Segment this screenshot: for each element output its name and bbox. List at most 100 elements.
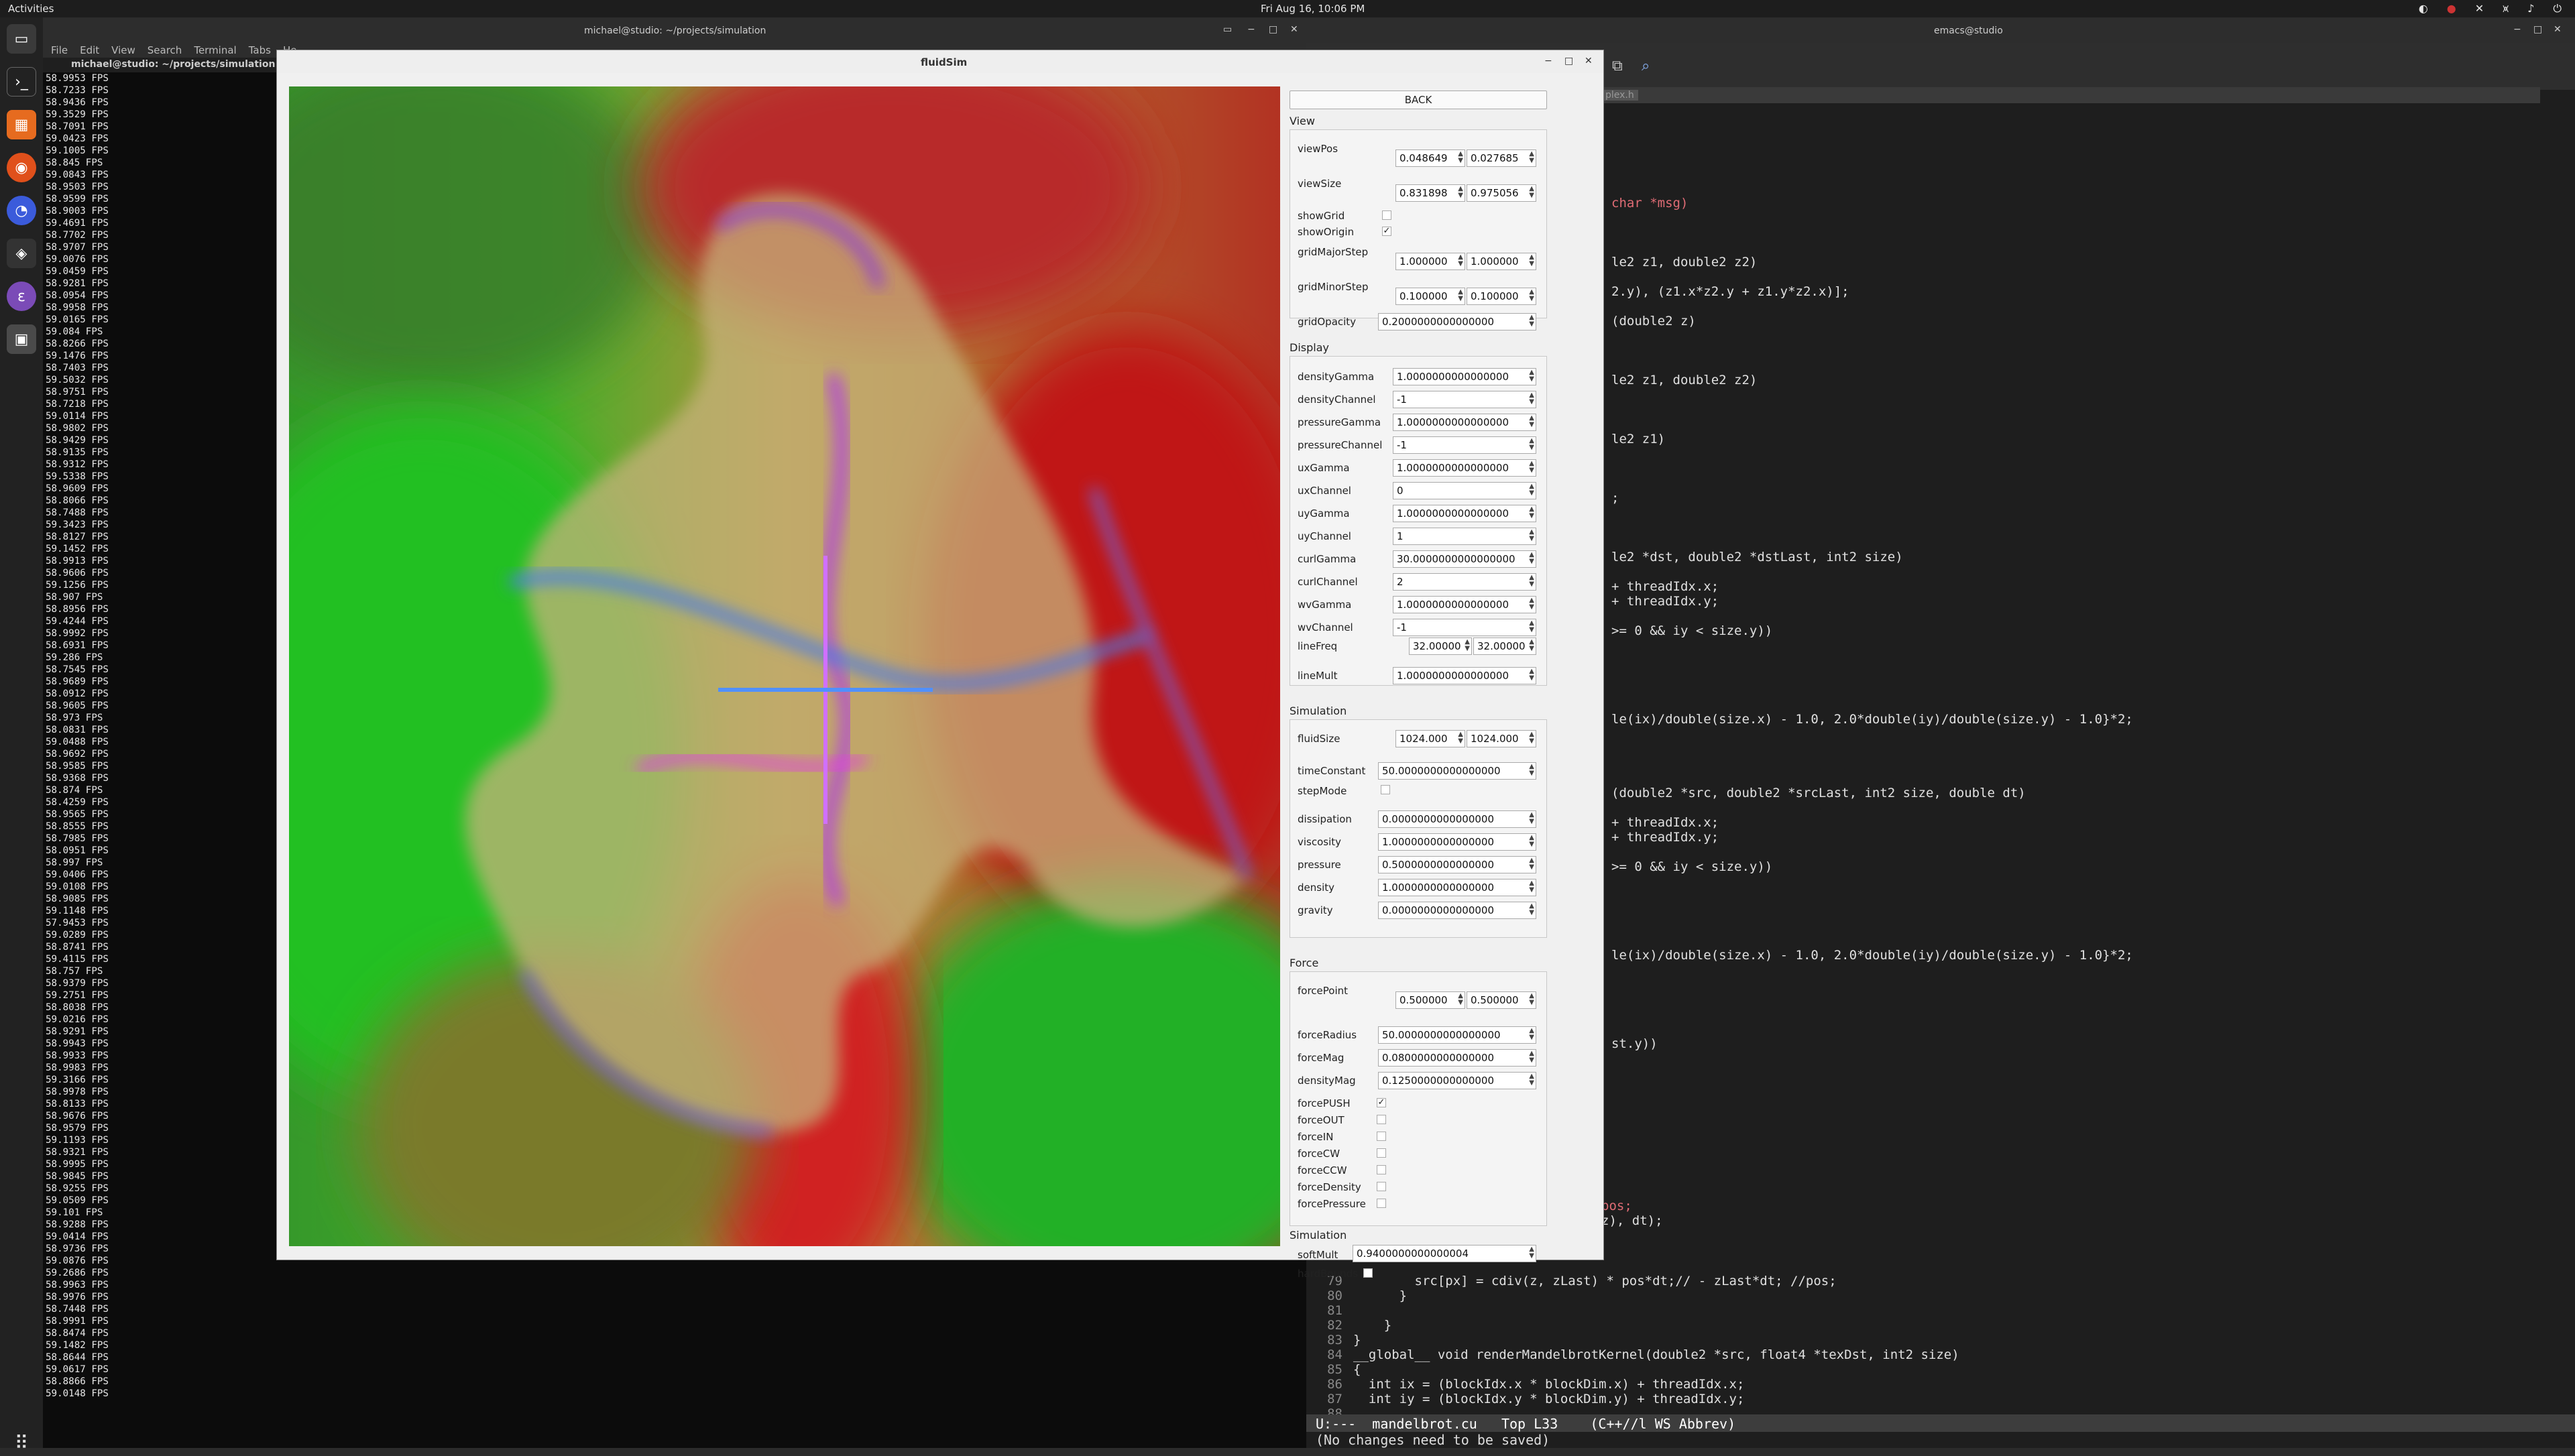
code-line[interactable]: char *msg) — [1611, 196, 1688, 210]
emacs-tab[interactable]: plex.h — [1601, 90, 1638, 101]
code-line[interactable]: __global__ void renderMandelbrotKernel(d… — [1353, 1347, 1959, 1362]
spin-arrows-icon[interactable]: ▲ ▼ — [1458, 731, 1463, 745]
fluidsim-titlebar[interactable]: fluidSim − □ ✕ — [277, 50, 1603, 73]
spin-arrows-icon[interactable]: ▲ ▼ — [1529, 552, 1534, 565]
spin-arrows-icon[interactable]: ▲ ▼ — [1458, 151, 1463, 164]
minimize-icon[interactable]: − — [1247, 24, 1255, 35]
spin-arrows-icon[interactable]: ▲ ▼ — [1529, 639, 1534, 652]
curlGamma-input[interactable]: 30.0000000000000000 ▲ ▼ — [1393, 550, 1536, 568]
emacs-minibuffer[interactable]: (No changes need to be saved) — [1306, 1432, 2575, 1448]
gridMinorStep-x-input[interactable]: 0.100000 ▲ ▼ — [1395, 288, 1465, 305]
spin-arrows-icon[interactable]: ▲ ▼ — [1529, 186, 1534, 199]
code-line[interactable]: { — [1353, 1362, 1361, 1377]
forceIN-checkbox[interactable] — [1377, 1132, 1386, 1141]
spin-arrows-icon[interactable]: ▲ ▼ — [1465, 639, 1470, 652]
forceCW-checkbox[interactable] — [1377, 1148, 1386, 1158]
hardBounds-checkbox[interactable] — [1363, 1268, 1373, 1278]
spin-arrows-icon[interactable]: ▲ ▼ — [1529, 835, 1534, 848]
spin-arrows-icon[interactable]: ▲ ▼ — [1529, 993, 1534, 1006]
viscosity-input[interactable]: 1.0000000000000000 ▲ ▼ — [1378, 833, 1536, 851]
spin-arrows-icon[interactable]: ▲ ▼ — [1529, 597, 1534, 611]
forceCCW-checkbox[interactable] — [1377, 1165, 1386, 1174]
forceDensity-checkbox[interactable] — [1377, 1182, 1386, 1191]
spin-arrows-icon[interactable]: ▲ ▼ — [1529, 1246, 1534, 1260]
showOrigin-checkbox[interactable]: ✓ — [1382, 227, 1391, 236]
ubuntu-software-icon[interactable]: ◉ — [7, 153, 36, 182]
spin-arrows-icon[interactable]: ▲ ▼ — [1529, 415, 1534, 428]
spin-arrows-icon[interactable]: ▲ ▼ — [1529, 574, 1534, 588]
code-line[interactable]: 2.y), (z1.x*z2.y + z1.y*z2.x)]; — [1611, 284, 1849, 299]
maximize-icon[interactable]: □ — [1269, 24, 1277, 35]
code-line[interactable]: (double2 z) — [1611, 314, 1696, 328]
mute-icon[interactable]: ✕ — [2475, 2, 2484, 15]
emacs-titlebar[interactable]: emacs@studio − □ ✕ — [1306, 17, 2575, 43]
code-line[interactable]: >= 0 && iy < size.y)) — [1611, 623, 1772, 638]
viewSize-y-input[interactable]: 0.975056 ▲ ▼ — [1467, 184, 1536, 202]
spin-arrows-icon[interactable]: ▲ ▼ — [1529, 620, 1534, 633]
fluidsim-maximize-icon[interactable]: □ — [1564, 56, 1573, 66]
spin-arrows-icon[interactable]: ▲ ▼ — [1529, 857, 1534, 871]
fluid-render[interactable] — [289, 86, 1280, 1246]
spin-arrows-icon[interactable]: ▲ ▼ — [1529, 369, 1534, 383]
density-input[interactable]: 1.0000000000000000 ▲ ▼ — [1378, 879, 1536, 896]
clock[interactable]: Fri Aug 16, 10:06 PM — [1261, 3, 1365, 15]
showGrid-checkbox[interactable] — [1382, 210, 1391, 220]
firefox-icon[interactable]: ◔ — [7, 196, 36, 225]
viewSize-x-input[interactable]: 0.831898 ▲ ▼ — [1395, 184, 1465, 202]
dissipation-input[interactable]: 0.0000000000000000 ▲ ▼ — [1378, 810, 1536, 828]
viewPos-y-input[interactable]: 0.027685 ▲ ▼ — [1467, 149, 1536, 167]
code-line[interactable]: + threadIdx.y; — [1611, 594, 1719, 609]
terminal-titlebar[interactable]: michael@studio: ~/projects/simulation ▭ … — [43, 17, 1317, 43]
fluidSize-x-input[interactable]: 1024.000 ▲ ▼ — [1395, 730, 1465, 747]
tab-menu-icon[interactable]: ▭ — [1223, 24, 1232, 35]
code-line[interactable]: pos; — [1601, 1199, 1632, 1213]
emacs-maximize-icon[interactable]: □ — [2533, 24, 2542, 35]
lineFreq-x-input[interactable]: 32.00000 ▲ ▼ — [1409, 638, 1472, 655]
code-line[interactable]: + threadIdx.x; — [1611, 579, 1719, 594]
spin-arrows-icon[interactable]: ▲ ▼ — [1458, 254, 1463, 267]
forceMag-input[interactable]: 0.0800000000000000 ▲ ▼ — [1378, 1049, 1536, 1067]
system-tray[interactable]: ◐ ● ✕ ⩙ ♪ ⏻ — [2419, 2, 2562, 15]
spin-arrows-icon[interactable]: ▲ ▼ — [1529, 731, 1534, 745]
code-line[interactable]: } — [1353, 1318, 1391, 1333]
emacs-close-icon[interactable]: ✕ — [2554, 24, 2562, 35]
fluidsim-minimize-icon[interactable]: − — [1544, 56, 1552, 66]
pressureGamma-input[interactable]: 1.0000000000000000 ▲ ▼ — [1393, 414, 1536, 431]
code-line[interactable]: int iy = (blockIdx.y * blockDim.y) + thr… — [1353, 1392, 1745, 1406]
softMult-input[interactable]: 0.9400000000000004 ▲ ▼ — [1353, 1245, 1536, 1262]
forcePoint-x-input[interactable]: 0.500000 ▲ ▼ — [1395, 991, 1465, 1009]
wvGamma-input[interactable]: 1.0000000000000000 ▲ ▼ — [1393, 596, 1536, 613]
code-line[interactable]: (double2 *src, double2 *srcLast, int2 si… — [1611, 786, 2026, 800]
spin-arrows-icon[interactable]: ▲ ▼ — [1529, 1028, 1534, 1041]
emacs-minimize-icon[interactable]: − — [2513, 24, 2521, 35]
code-line[interactable]: le(ix)/double(size.x) - 1.0, 2.0*double(… — [1611, 948, 2133, 963]
show-applications-icon[interactable]: ⠿ — [9, 1432, 34, 1456]
uyGamma-input[interactable]: 1.0000000000000000 ▲ ▼ — [1393, 505, 1536, 522]
fluid-canvas[interactable] — [289, 86, 1280, 1246]
fluidSize-y-input[interactable]: 1024.000 ▲ ▼ — [1467, 730, 1536, 747]
wvChannel-input[interactable]: -1 ▲ ▼ — [1393, 619, 1536, 636]
densityChannel-input[interactable]: -1 ▲ ▼ — [1393, 391, 1536, 408]
code-line[interactable]: } — [1353, 1288, 1407, 1303]
copy-icon[interactable]: ⧉ — [1612, 58, 1623, 74]
spin-arrows-icon[interactable]: ▲ ▼ — [1529, 529, 1534, 542]
forceOUT-checkbox[interactable] — [1377, 1115, 1386, 1124]
spin-arrows-icon[interactable]: ▲ ▼ — [1529, 1050, 1534, 1064]
terminal-active-icon[interactable]: ›_ — [7, 67, 36, 97]
volume-icon[interactable]: ♪ — [2527, 2, 2534, 15]
wifi-icon[interactable]: ⩙ — [2503, 2, 2509, 15]
curlChannel-input[interactable]: 2 ▲ ▼ — [1393, 573, 1536, 591]
gravity-input[interactable]: 0.0000000000000000 ▲ ▼ — [1378, 902, 1536, 919]
activities-button[interactable]: Activities — [8, 3, 54, 15]
spin-arrows-icon[interactable]: ▲ ▼ — [1529, 289, 1534, 302]
menu-edit[interactable]: Edit — [80, 44, 99, 56]
forcePoint-y-input[interactable]: 0.500000 ▲ ▼ — [1467, 991, 1536, 1009]
gridMajorStep-y-input[interactable]: 1.000000 ▲ ▼ — [1467, 253, 1536, 270]
gridOpacity-input[interactable]: 0.2000000000000000 ▲ ▼ — [1378, 313, 1536, 330]
spin-arrows-icon[interactable]: ▲ ▼ — [1529, 392, 1534, 406]
code-line[interactable]: + threadIdx.y; — [1611, 830, 1719, 845]
spin-arrows-icon[interactable]: ▲ ▼ — [1458, 289, 1463, 302]
menu-terminal[interactable]: Terminal — [194, 44, 236, 56]
notification-icon[interactable]: ● — [2447, 2, 2456, 15]
terminal-app-icon[interactable]: ▭ — [7, 24, 36, 54]
